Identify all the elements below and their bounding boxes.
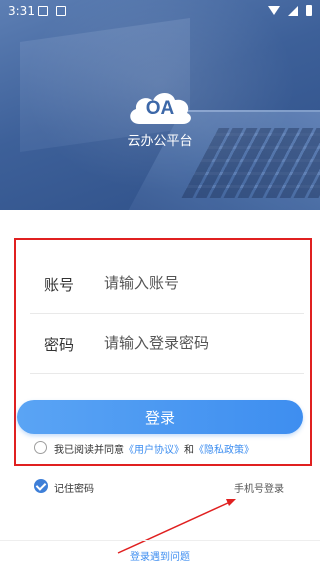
- footer-bar: 登录遇到问题: [0, 540, 320, 568]
- annotation-arrow: [117, 499, 236, 554]
- login-help-link[interactable]: 登录遇到问题: [0, 548, 320, 563]
